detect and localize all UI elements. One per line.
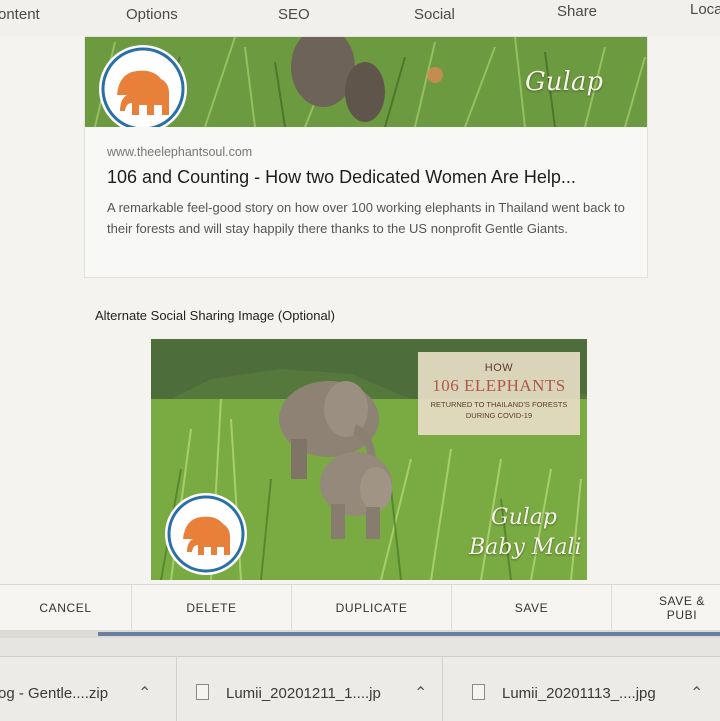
save-button[interactable]: SAVE <box>452 585 612 631</box>
overlay-headline: 106 ELEPHANTS <box>432 376 566 395</box>
social-preview-card: Gulap www.theelephantsoul.com 106 and Co… <box>84 36 648 278</box>
cancel-button[interactable]: CANCEL <box>0 585 132 631</box>
delete-button[interactable]: DELETE <box>132 585 292 631</box>
panel-divider <box>0 630 720 656</box>
preview-banner-image: Gulap <box>85 37 647 127</box>
scroll-indicator <box>98 632 720 636</box>
social-settings-panel: Gulap www.theelephantsoul.com 106 and Co… <box>0 36 720 584</box>
alt-image-label: Alternate Social Sharing Image (Optional… <box>95 308 335 323</box>
divider-shade <box>0 638 720 656</box>
tab-seo[interactable]: SEO <box>278 6 310 23</box>
gentle-giants-logo <box>165 493 247 575</box>
settings-tab-bar: ontent Options SEO Social Share Loca <box>0 0 720 36</box>
overlay-how: HOW <box>484 362 514 374</box>
download-filename: og - Gentle....zip <box>0 685 109 702</box>
tab-location[interactable]: Loca <box>690 1 720 18</box>
banner-script-text: Gulap <box>525 67 603 97</box>
download-item[interactable]: Lumii_20201211_1....jp ⌃ <box>176 657 443 721</box>
tab-share[interactable]: Share <box>557 3 597 20</box>
overlay-script-baby-mali: Baby Mali <box>469 535 582 560</box>
overlay-line1: RETURNED TO THAILAND'S FORESTS <box>430 400 568 409</box>
preview-description: A remarkable feel-good story on how over… <box>107 200 625 236</box>
tab-social[interactable]: Social <box>414 6 455 23</box>
alt-social-image[interactable]: HOW 106 ELEPHANTS RETURNED TO THAILAND'S… <box>151 339 587 580</box>
overlay-line2: DURING COVID-19 <box>465 411 533 420</box>
tab-content[interactable]: ontent <box>0 6 40 23</box>
duplicate-button[interactable]: DUPLICATE <box>292 585 452 631</box>
chevron-up-icon[interactable]: ⌃ <box>138 683 151 703</box>
download-filename: Lumii_20201211_1....jp <box>226 685 381 702</box>
preview-url: www.theelephantsoul.com <box>107 145 253 159</box>
download-item[interactable]: Lumii_20201113_....jpg ⌃ <box>442 657 720 721</box>
save-and-publish-button[interactable]: SAVE & PUBI <box>612 585 720 631</box>
preview-title: 106 and Counting - How two Dedicated Wom… <box>107 167 576 187</box>
action-bar: CANCEL DELETE DUPLICATE SAVE SAVE & PUBI <box>0 584 720 631</box>
download-item[interactable]: og - Gentle....zip ⌃ <box>0 657 177 721</box>
downloads-bar: og - Gentle....zip ⌃ Lumii_20201211_1...… <box>0 656 720 721</box>
tab-options[interactable]: Options <box>126 6 178 23</box>
file-icon <box>196 684 209 700</box>
file-icon <box>472 684 485 700</box>
download-filename: Lumii_20201113_....jpg <box>502 685 656 702</box>
chevron-up-icon[interactable]: ⌃ <box>690 683 703 703</box>
gentle-giants-logo <box>99 45 187 127</box>
chevron-up-icon[interactable]: ⌃ <box>414 683 427 703</box>
headline-overlay: HOW 106 ELEPHANTS RETURNED TO THAILAND'S… <box>418 352 580 435</box>
overlay-script-gulap: Gulap <box>491 505 557 530</box>
